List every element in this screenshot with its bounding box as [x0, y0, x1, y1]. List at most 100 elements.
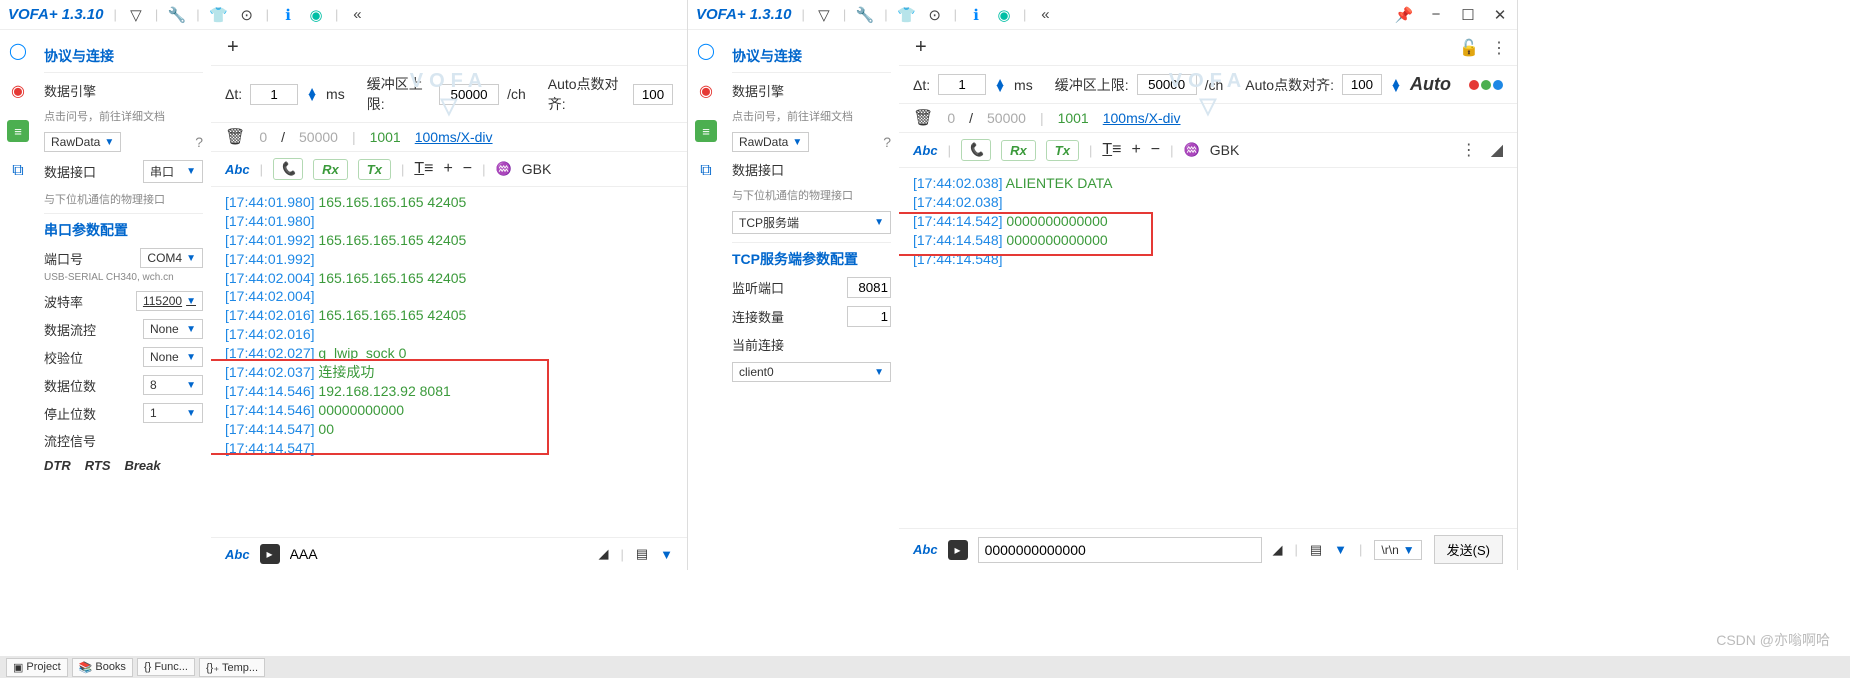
more-icon[interactable]: ⋮ [1461, 140, 1477, 160]
sig-break[interactable]: Break [124, 458, 160, 473]
textsize-icon[interactable]: T≡ [414, 160, 433, 178]
log-area-left[interactable]: [17:44:01.980] 165.165.165.165 42405[17:… [211, 187, 687, 537]
rx-button[interactable]: Rx [313, 159, 348, 180]
conn-count-input[interactable] [847, 306, 891, 327]
close-button[interactable]: ✕ [1491, 6, 1509, 24]
more-icon[interactable]: ⋮ [1491, 38, 1507, 58]
log-line: [17:44:02.027] g_lwip_sock 0 [225, 344, 673, 363]
log-area-right[interactable]: [17:44:02.038] ALIENTEK DATA[17:44:02.03… [899, 168, 1517, 528]
port-select[interactable]: COM4▼ [140, 248, 203, 268]
engine-select[interactable]: RawData▼ [732, 132, 809, 152]
abc-toggle[interactable]: Abc [913, 143, 938, 158]
task-project[interactable]: ▣ Project [6, 658, 68, 677]
encoding-label[interactable]: GBK [1210, 142, 1240, 158]
dt-input[interactable] [938, 74, 986, 95]
sig-rts[interactable]: RTS [85, 458, 111, 473]
encoding-label[interactable]: GBK [522, 161, 552, 177]
copy-icon[interactable]: ⧉ [695, 160, 717, 182]
listen-port-input[interactable] [847, 277, 891, 298]
chevron-left-icon[interactable]: « [1036, 6, 1054, 24]
abc-toggle[interactable]: Abc [225, 162, 250, 177]
info-icon[interactable]: ℹ [279, 6, 297, 24]
add-tab-button[interactable]: + [909, 36, 933, 59]
trash-icon[interactable]: 🗑 [913, 108, 933, 128]
tx-button[interactable]: Tx [358, 159, 391, 180]
dt-input[interactable] [250, 84, 298, 105]
main-right: + 🔓 ⋮ VOFA▽ Δt: ▲▼ ms 缓冲区上限: /ch Auto点数对… [899, 30, 1517, 570]
abc-input-toggle[interactable]: Abc [225, 547, 250, 562]
newline-select[interactable]: \r\n▼ [1374, 540, 1421, 560]
list-icon[interactable]: ▤ [636, 546, 648, 562]
wrench-icon[interactable]: 🔧 [168, 6, 186, 24]
eraser-icon[interactable]: ◢ [1272, 542, 1282, 558]
flow-select[interactable]: None▼ [143, 319, 203, 339]
nav-icon[interactable]: ▽ [127, 6, 145, 24]
target-icon[interactable]: ⊙ [238, 6, 256, 24]
abc-input-toggle[interactable]: Abc [913, 542, 938, 557]
menu-icon[interactable]: ≡ [695, 120, 717, 142]
plus-icon[interactable]: + [443, 160, 452, 178]
eraser-icon[interactable]: ◢ [1491, 140, 1503, 160]
maximize-button[interactable]: ☐ [1459, 6, 1477, 24]
phone-icon[interactable]: 📞 [961, 139, 991, 161]
send-mode-icon[interactable]: ▸ [260, 544, 280, 564]
baud-select[interactable]: 115200▼ [136, 291, 203, 311]
phone-icon[interactable]: 📞 [273, 158, 303, 180]
rx-button[interactable]: Rx [1001, 140, 1036, 161]
chevron-left-icon[interactable]: « [348, 6, 366, 24]
copy-icon[interactable]: ⧉ [7, 160, 29, 182]
client-select[interactable]: client0▼ [732, 362, 891, 382]
nav-icon[interactable]: ▽ [815, 6, 833, 24]
send-mode-icon[interactable]: ▸ [948, 540, 968, 560]
task-books[interactable]: 📚 Books [72, 658, 133, 677]
fingerprint-icon[interactable]: ◉ [307, 6, 325, 24]
parity-select[interactable]: None▼ [143, 347, 203, 367]
tx-button[interactable]: Tx [1046, 140, 1079, 161]
send-input[interactable] [978, 537, 1263, 563]
minimize-button[interactable]: − [1427, 6, 1445, 24]
circle-icon[interactable]: ◯ [695, 40, 717, 62]
pin-icon[interactable]: 📌 [1395, 6, 1413, 24]
fingerprint-icon[interactable]: ◉ [995, 6, 1013, 24]
wrench-icon[interactable]: 🔧 [856, 6, 874, 24]
stopbits-select[interactable]: 1▼ [143, 403, 203, 423]
textsize-icon[interactable]: T≡ [1102, 141, 1121, 159]
send-button[interactable]: 发送(S) [1434, 535, 1503, 564]
engine-select[interactable]: RawData▼ [44, 132, 121, 152]
record-icon[interactable]: ◉ [695, 80, 717, 102]
task-temp[interactable]: {}₊ Temp... [199, 658, 265, 677]
wave-icon[interactable]: ♒ [1184, 142, 1200, 158]
send-input[interactable] [290, 546, 490, 562]
help-icon[interactable]: ? [883, 134, 891, 150]
eraser-icon[interactable]: ◢ [598, 546, 608, 562]
record-icon[interactable]: ◉ [7, 80, 29, 102]
rate-link[interactable]: 100ms/X-div [1103, 110, 1181, 126]
buf-input[interactable] [1137, 74, 1197, 95]
circle-icon[interactable]: ◯ [7, 40, 29, 62]
tcp-select[interactable]: TCP服务端▼ [732, 211, 891, 234]
trash-icon[interactable]: 🗑 [225, 127, 245, 147]
add-tab-button[interactable]: + [221, 36, 245, 59]
task-func[interactable]: {} Func... [137, 658, 195, 676]
auto-input[interactable] [1342, 74, 1382, 95]
help-icon[interactable]: ? [195, 134, 203, 150]
auto-input[interactable] [633, 84, 673, 105]
list-icon[interactable]: ▤ [1310, 542, 1322, 558]
target-icon[interactable]: ⊙ [926, 6, 944, 24]
info-icon[interactable]: ℹ [967, 6, 985, 24]
buf-input[interactable] [439, 84, 499, 105]
rgb-dots-icon[interactable] [1469, 80, 1503, 90]
shirt-icon[interactable]: 👕 [210, 6, 228, 24]
databits-select[interactable]: 8▼ [143, 375, 203, 395]
plus-icon[interactable]: + [1131, 141, 1140, 159]
rate-link[interactable]: 100ms/X-div [415, 129, 493, 145]
menu-icon[interactable]: ≡ [7, 120, 29, 142]
interface-select[interactable]: 串口▼ [143, 160, 203, 183]
minus-icon[interactable]: − [463, 160, 472, 178]
shirt-icon[interactable]: 👕 [898, 6, 916, 24]
sig-dtr[interactable]: DTR [44, 458, 71, 473]
unlock-icon[interactable]: 🔓 [1459, 38, 1479, 58]
spin-icon[interactable]: ▲▼ [306, 88, 318, 100]
minus-icon[interactable]: − [1151, 141, 1160, 159]
wave-icon[interactable]: ♒ [496, 161, 512, 177]
